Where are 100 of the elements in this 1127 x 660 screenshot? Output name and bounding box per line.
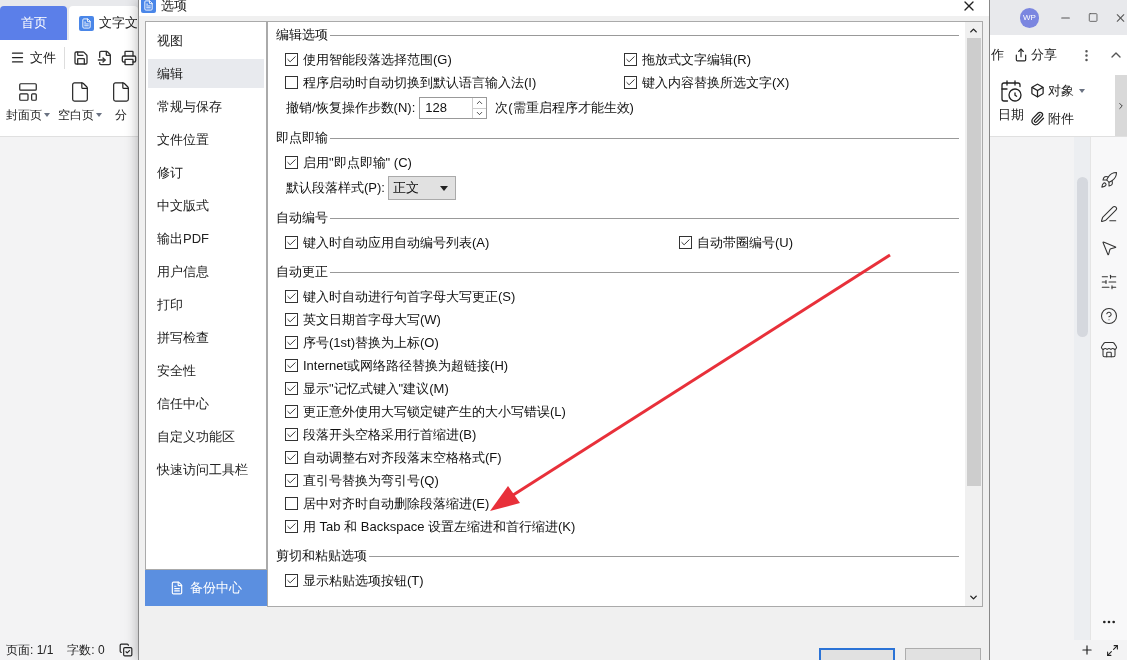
option-label: Internet或网络路径替换为超链接(H) [303, 356, 509, 375]
share-button[interactable]: 分享 [1014, 45, 1057, 65]
checkbox[interactable] [285, 236, 298, 249]
nav-item[interactable]: 打印 [148, 290, 264, 319]
style-dropdown[interactable]: 正文 [387, 176, 456, 200]
nav-item[interactable]: 修订 [148, 158, 264, 187]
zoom-in-icon[interactable] [1080, 643, 1094, 657]
option-label: 自动带圈编号(U) [697, 233, 794, 252]
checkbox[interactable] [285, 451, 298, 464]
status-text: 字数: 0 [67, 642, 105, 659]
scroll-up-icon[interactable] [968, 25, 979, 36]
dialog-button[interactable] [819, 648, 895, 660]
menu-icon [10, 50, 25, 65]
option-label: 居中对齐时自动删除段落缩进(E) [303, 494, 490, 513]
option-label: 启用"即点即输" (C) [303, 153, 412, 172]
section-title: 自动编号 [276, 209, 328, 228]
option-label: 默认段落样式(P): [286, 179, 385, 198]
checkbox[interactable] [285, 405, 298, 418]
number-field[interactable]: 128 [419, 97, 488, 119]
option-label: 显示粘贴选项按钮(T) [303, 571, 424, 590]
save-icon[interactable] [73, 49, 89, 66]
option-label: 显示"记忆式键入"建议(M) [303, 379, 449, 398]
option-label: 程序启动时自动切换到默认语言输入法(I) [303, 73, 537, 92]
sliders-icon[interactable] [1100, 273, 1118, 291]
app-tab[interactable]: 首页 [0, 6, 67, 40]
checkbox[interactable] [285, 53, 298, 66]
page-icon [110, 81, 132, 103]
rocket-icon[interactable] [1100, 171, 1118, 189]
app-tab[interactable]: 文字文 [69, 6, 138, 40]
attachment-button[interactable]: 附件 [1030, 108, 1085, 128]
chevron-right-icon [1116, 100, 1126, 111]
nav-item[interactable]: 文件位置 [148, 125, 264, 154]
help-icon[interactable] [1100, 307, 1118, 325]
checkbox[interactable] [285, 336, 298, 349]
checkbox[interactable] [285, 382, 298, 395]
pen-icon[interactable] [1100, 205, 1118, 223]
option-label: 更正意外使用大写锁定键产生的大小写错误(L) [303, 402, 566, 421]
checkbox[interactable] [679, 236, 692, 249]
option-label: 使用智能段落选择范围(G) [303, 50, 452, 69]
store-icon[interactable] [1100, 341, 1118, 359]
scroll-down-icon[interactable] [968, 592, 979, 603]
caret-icon [1079, 88, 1085, 93]
checkbox[interactable] [285, 313, 298, 326]
fullscreen-icon[interactable] [1106, 643, 1119, 657]
document-icon [79, 15, 94, 31]
checkbox[interactable] [285, 474, 298, 487]
option-label: 直引号替换为弯引号(Q) [303, 471, 439, 490]
cube-icon [1030, 83, 1045, 99]
printer-icon[interactable] [121, 49, 137, 66]
nav-item[interactable]: 输出PDF [148, 224, 264, 253]
nav-item[interactable]: 信任中心 [148, 389, 264, 418]
checkbox[interactable] [285, 290, 298, 303]
nav-item[interactable]: 安全性 [148, 356, 264, 385]
section-title: 剪切和粘贴选项 [276, 547, 367, 566]
nav-item[interactable]: 常规与保存 [148, 92, 264, 121]
maximize-icon[interactable] [1087, 12, 1098, 23]
document-icon [170, 581, 184, 595]
caret-icon [44, 113, 50, 117]
checkbox[interactable] [624, 53, 637, 66]
option-label: 段落开头空格采用行首缩进(B) [303, 425, 477, 444]
date-button[interactable]: 日期 [998, 105, 1024, 125]
section-title: 自动更正 [276, 263, 328, 282]
checkbox[interactable] [285, 359, 298, 372]
toolbar-text: 作 [991, 46, 1004, 65]
checkbox[interactable] [624, 76, 637, 89]
menu-button[interactable]: 文件 [10, 47, 56, 68]
checkbox[interactable] [285, 574, 298, 587]
nav-item[interactable]: 快速访问工具栏 [148, 455, 264, 484]
export-icon[interactable] [97, 49, 113, 66]
ribbon-button[interactable]: 空白页 [58, 81, 102, 124]
calendar-icon[interactable] [999, 79, 1023, 103]
pointer-icon[interactable] [1100, 239, 1118, 257]
nav-item[interactable]: 中文版式 [148, 191, 264, 220]
paperclip-icon [1030, 110, 1045, 126]
page-icon [69, 81, 91, 103]
section-title: 编辑选项 [276, 26, 328, 45]
option-label: 用 Tab 和 Backspace 设置左缩进和首行缩进(K) [303, 517, 576, 536]
section-title: 即点即输 [276, 129, 328, 148]
nav-item[interactable]: 用户信息 [148, 257, 264, 286]
nav-item[interactable]: 自定义功能区 [148, 422, 264, 451]
ribbon-button[interactable]: 封面页 [6, 81, 50, 124]
nav-item[interactable]: 拼写检查 [148, 323, 264, 352]
checkbox[interactable] [285, 428, 298, 441]
proofing-icon[interactable] [118, 643, 133, 657]
checkbox[interactable] [285, 156, 298, 169]
option-note: 次(需重启程序才能生效) [495, 99, 634, 118]
option-label: 撤销/恢复操作步数(N): [286, 99, 416, 118]
nav-item[interactable]: 编辑 [148, 59, 264, 88]
checkbox[interactable] [285, 76, 298, 89]
ribbon-button[interactable]: 分 [110, 81, 132, 124]
checkbox[interactable] [285, 520, 298, 533]
nav-item[interactable]: 视图 [148, 26, 264, 55]
option-label: 键入时自动进行句首字母大写更正(S) [303, 287, 516, 306]
scrollbar-thumb[interactable] [966, 38, 981, 486]
object-button[interactable]: 对象 [1030, 81, 1085, 101]
option-label: 自动调整右对齐段落末空格格式(F) [303, 448, 502, 467]
down-arrow-icon[interactable] [473, 107, 487, 118]
option-label: 键入内容替换所选文字(X) [642, 73, 790, 92]
checkbox[interactable] [285, 497, 298, 510]
status-text: 页面: 1/1 [6, 642, 54, 659]
